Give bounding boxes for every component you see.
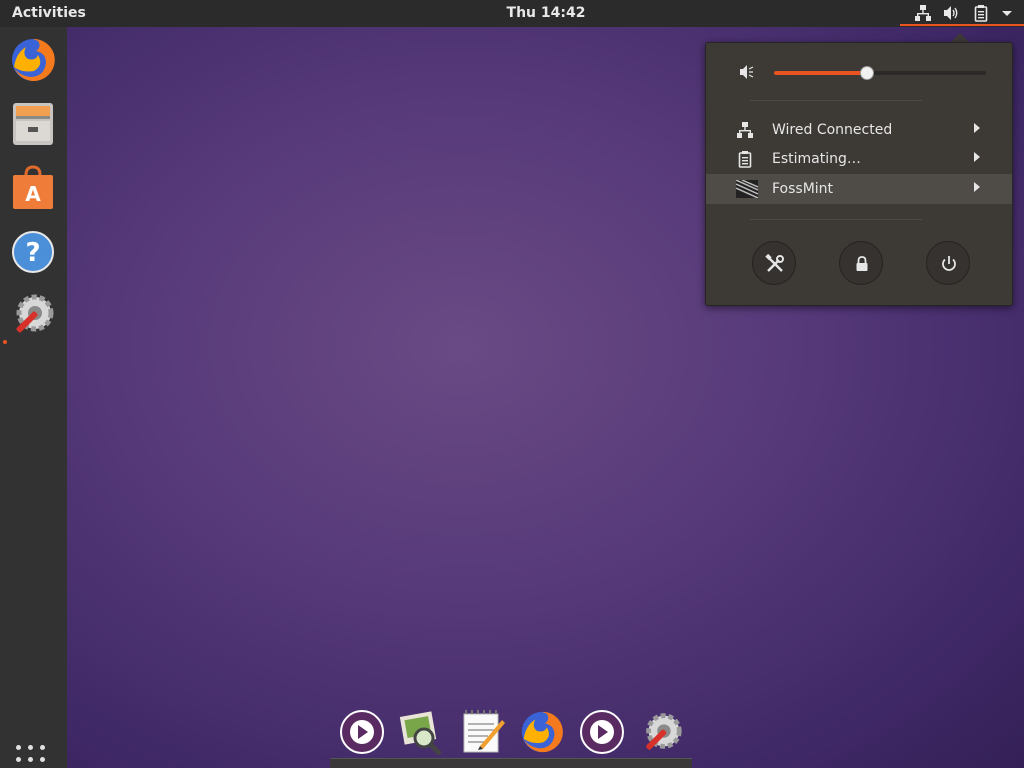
user-avatar-icon bbox=[736, 180, 758, 198]
network-wired-icon bbox=[915, 5, 931, 21]
play-icon bbox=[340, 710, 384, 754]
volume-row bbox=[706, 57, 1012, 87]
dock-item-files[interactable] bbox=[8, 99, 58, 149]
file-cabinet-icon bbox=[13, 103, 53, 145]
lock-button[interactable] bbox=[839, 241, 883, 285]
submenu-arrow-icon bbox=[974, 123, 980, 133]
dock-item-help[interactable]: ? bbox=[8, 227, 58, 277]
network-wired-icon bbox=[737, 122, 753, 138]
dock-item-software[interactable]: A bbox=[8, 163, 58, 213]
volume-icon bbox=[944, 6, 958, 20]
dock-item-system-tools[interactable] bbox=[8, 289, 58, 339]
system-menu: Wired Connected Estimating… FossMint bbox=[705, 42, 1013, 306]
firefox-icon bbox=[12, 38, 55, 81]
tray-active-indicator bbox=[900, 24, 1024, 26]
bottom-app-media-player-2[interactable] bbox=[578, 708, 626, 756]
menu-item-label: FossMint bbox=[772, 181, 834, 197]
volume-slider-handle[interactable] bbox=[860, 66, 875, 80]
volume-slider[interactable] bbox=[774, 66, 986, 80]
submenu-arrow-icon bbox=[974, 182, 980, 192]
dock-item-firefox[interactable] bbox=[8, 35, 58, 85]
gear-wrench-icon bbox=[16, 294, 54, 333]
show-applications-button[interactable] bbox=[16, 745, 50, 768]
bottom-app-image-viewer[interactable] bbox=[398, 708, 446, 756]
separator bbox=[750, 100, 922, 101]
volume-slider-fill bbox=[774, 71, 868, 75]
help-icon: ? bbox=[12, 231, 54, 273]
dropdown-arrow-icon bbox=[1002, 11, 1012, 16]
menu-item-label: Estimating… bbox=[772, 151, 861, 167]
menu-item-wired[interactable]: Wired Connected bbox=[706, 115, 1012, 145]
notepad-pencil-icon bbox=[463, 710, 505, 753]
power-button[interactable] bbox=[926, 241, 970, 285]
shopping-bag-icon: A bbox=[13, 165, 53, 209]
clock[interactable]: Thu 14:42 bbox=[0, 5, 1024, 21]
volume-low-icon bbox=[740, 65, 754, 79]
svg-text:?: ? bbox=[25, 238, 40, 268]
lock-icon bbox=[856, 256, 868, 271]
battery-icon bbox=[974, 5, 988, 22]
bottom-panel-edge bbox=[330, 758, 692, 768]
settings-button[interactable] bbox=[752, 241, 796, 285]
activities-button[interactable]: Activities bbox=[12, 5, 86, 21]
dock: A ? bbox=[0, 27, 67, 768]
bottom-app-media-player[interactable] bbox=[338, 708, 386, 756]
gear-wrench-icon bbox=[646, 713, 682, 750]
bottom-app-firefox[interactable] bbox=[518, 708, 566, 756]
power-icon bbox=[942, 256, 956, 271]
menu-item-user[interactable]: FossMint bbox=[706, 174, 1012, 204]
play-icon bbox=[580, 710, 624, 754]
bottom-app-text-editor[interactable] bbox=[458, 708, 506, 756]
battery-icon bbox=[738, 151, 752, 168]
settings-tools-icon bbox=[765, 254, 784, 272]
menu-item-label: Wired Connected bbox=[772, 122, 893, 138]
running-indicator bbox=[3, 340, 7, 344]
firefox-icon bbox=[521, 711, 563, 753]
image-search-icon bbox=[399, 711, 442, 756]
top-bar: Activities Thu 14:42 bbox=[0, 0, 1024, 27]
submenu-arrow-icon bbox=[974, 152, 980, 162]
bottom-app-system-tools[interactable] bbox=[638, 708, 686, 756]
system-tray[interactable] bbox=[900, 0, 1024, 27]
svg-text:A: A bbox=[25, 182, 41, 206]
menu-item-battery[interactable]: Estimating… bbox=[706, 144, 1012, 174]
separator bbox=[750, 219, 922, 220]
